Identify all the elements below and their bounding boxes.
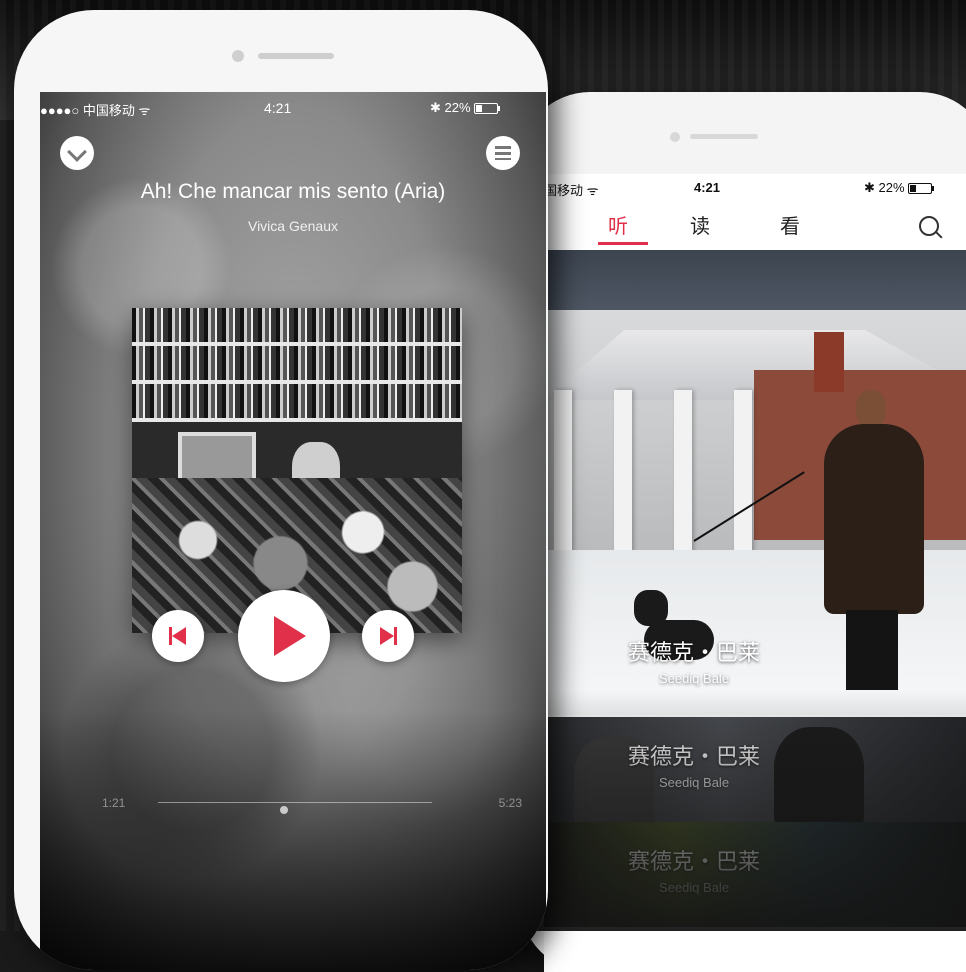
search-icon[interactable] [919, 216, 939, 236]
status-bar: 国移动 ᯤ 4:21 ✱ 22% [544, 174, 966, 198]
skip-next-icon [379, 627, 397, 645]
menu-icon [495, 146, 511, 160]
discover-screen: 国移动 ᯤ 4:21 ✱ 22% 听 读 看 赛德克・巴莱 Seediq Bal… [544, 174, 966, 972]
left-phone: ●●●●○ 中国移动 ᯤ 4:21 ✱ 22% Ah! Che mancar m… [14, 10, 548, 970]
earpiece-speaker [690, 134, 758, 139]
featured-title-en: Seediq Bale [658, 671, 730, 686]
chevron-down-icon [67, 142, 87, 162]
active-tab-indicator [598, 242, 648, 245]
album-art [132, 308, 462, 633]
elapsed-time: 1:21 [102, 796, 126, 810]
front-camera [670, 132, 680, 142]
play-icon [274, 616, 306, 656]
battery-icon [473, 103, 500, 115]
feed-card[interactable]: 赛德克・巴莱 Seediq Bale [544, 822, 966, 927]
battery-indicator: ✱ 22% [864, 180, 934, 196]
featured-caption: 赛德克・巴莱 Seediq Bale [544, 635, 844, 686]
featured-card[interactable]: 赛德克・巴莱 Seediq Bale [544, 250, 966, 715]
feed-card-title-en: Seediq Bale [658, 775, 730, 790]
feed-card-title-cn: 赛德克・巴莱 [627, 850, 760, 875]
right-phone: 国移动 ᯤ 4:21 ✱ 22% 听 读 看 赛德克・巴莱 Seediq Bal… [520, 92, 966, 972]
now-playing-screen: ●●●●○ 中国移动 ᯤ 4:21 ✱ 22% Ah! Che mancar m… [40, 92, 546, 970]
play-button[interactable] [238, 590, 330, 682]
tab-listen[interactable]: 听 [608, 210, 628, 239]
earpiece-speaker [258, 53, 334, 59]
battery-percent: ✱ 22% [430, 100, 471, 115]
song-title: Ah! Che mancar mis sento (Aria) [140, 180, 446, 203]
playback-progress: 1:21 5:23 [102, 794, 522, 814]
carrier-label: 国移动 ᯤ [544, 183, 599, 198]
total-time: 5:23 [498, 796, 522, 810]
skip-previous-icon [169, 627, 187, 645]
progress-track[interactable] [158, 802, 432, 814]
feed-card-caption: 赛德克・巴莱 Seediq Bale [544, 739, 844, 790]
status-time: 4:21 [694, 180, 721, 195]
featured-title-cn: 赛德克・巴莱 [627, 641, 760, 666]
feed-card-caption: 赛德克・巴莱 Seediq Bale [544, 844, 844, 895]
song-artist: Vivica Genaux [247, 218, 338, 234]
status-time: 4:21 [264, 100, 292, 116]
category-tabs: 听 读 看 [544, 202, 966, 246]
battery-indicator: ✱ 22% [430, 100, 500, 116]
playlist-button[interactable] [486, 136, 520, 170]
front-camera [232, 50, 244, 62]
progress-knob[interactable] [280, 806, 289, 814]
feed-card-title-cn: 赛德克・巴莱 [627, 745, 760, 770]
next-track-button[interactable] [362, 610, 414, 662]
carrier-label: ●●●●○ 中国移动 ᯤ [40, 103, 151, 118]
feed-card-title-en: Seediq Bale [658, 880, 730, 895]
status-bar: ●●●●○ 中国移动 ᯤ 4:21 ✱ 22% [40, 96, 546, 118]
tab-watch[interactable]: 看 [780, 210, 800, 239]
tab-read[interactable]: 读 [690, 210, 710, 239]
collapse-button[interactable] [60, 136, 94, 170]
battery-percent: ✱ 22% [864, 180, 905, 195]
feed-card[interactable]: 赛德克・巴莱 Seediq Bale [544, 717, 966, 822]
battery-icon [907, 183, 934, 195]
previous-track-button[interactable] [152, 610, 204, 662]
